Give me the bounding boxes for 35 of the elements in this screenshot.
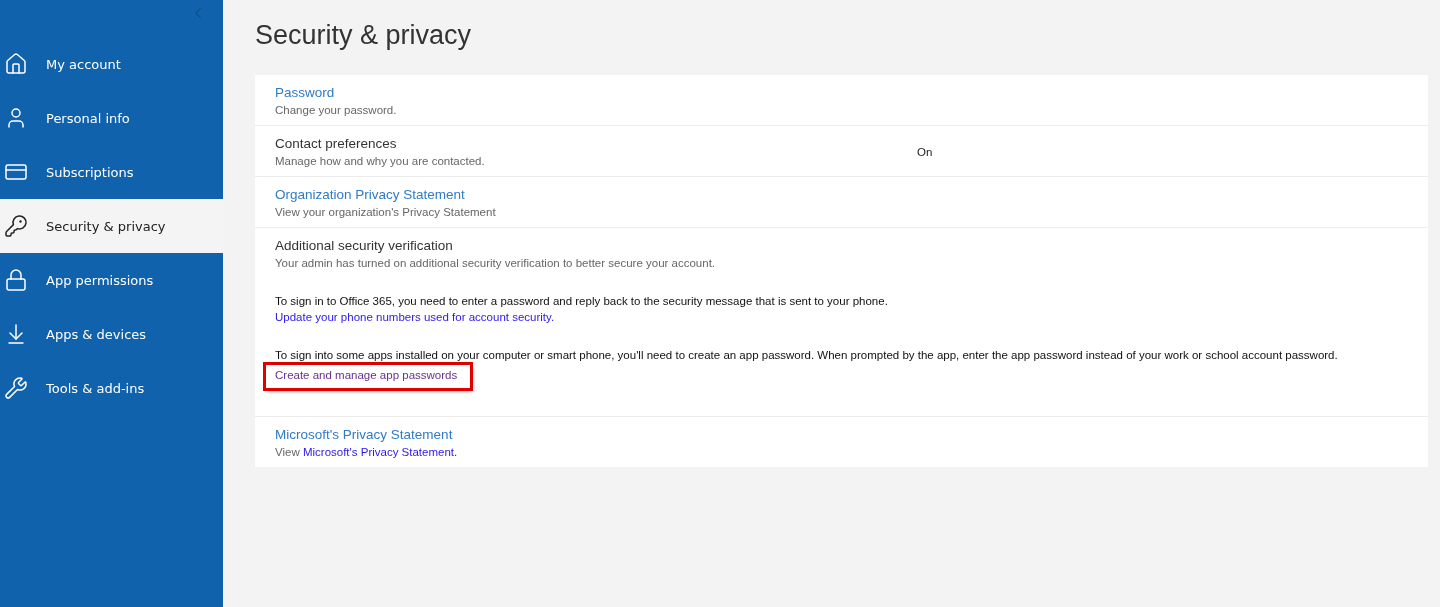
lock-icon — [4, 268, 28, 292]
section-description: View your organization's Privacy Statement — [275, 206, 496, 218]
section-link[interactable]: Microsoft's Privacy Statement — [275, 427, 458, 442]
info-paragraph: To sign into some apps installed on your computer or smart phone, you'll need to create an app password. When prompted by the app, enter the app password instead of your work or school account password. — [275, 349, 1338, 361]
section-link[interactable]: Organization Privacy Statement — [275, 187, 496, 202]
highlighted-link[interactable]: Create and manage app passwords — [266, 365, 471, 388]
sidebar-item[interactable]: App permissions — [0, 253, 223, 307]
sidebar-label: Security & privacy — [46, 218, 166, 234]
section-link[interactable]: Password — [275, 85, 397, 100]
home-icon — [4, 52, 28, 76]
section-description: View Microsoft's Privacy Statement. — [275, 446, 458, 458]
sidebar-item[interactable]: Tools & add-ins — [0, 361, 223, 415]
page-title: Security & privacy — [255, 20, 473, 51]
section-description: Your admin has turned on additional security verification to better secure your account. — [275, 257, 717, 269]
setting-value: On — [917, 145, 933, 158]
sidebar-label: My account — [46, 56, 121, 72]
section-title: Contact preferences — [275, 136, 398, 151]
sidebar-item[interactable]: Personal info — [0, 91, 223, 145]
sidebar-label: Subscriptions — [46, 164, 134, 180]
info-paragraph: To sign in to Office 365, you need to enter a password and reply back to the security message that is sent to your phone. — [275, 295, 889, 307]
link[interactable]: Update your phone numbers used for account security. — [275, 311, 555, 323]
sidebar-item[interactable]: Subscriptions — [0, 145, 223, 199]
privacy-link[interactable]: Microsoft's Privacy Statement. — [302, 446, 458, 458]
section-description: Manage how and why you are contacted. — [275, 155, 486, 167]
section-title: Additional security verification — [275, 238, 454, 253]
sidebar-label: Tools & add-ins — [46, 380, 145, 396]
sidebar-label: Apps & devices — [46, 326, 147, 342]
sidebar-item[interactable]: My account — [0, 37, 223, 91]
sidebar-label: App permissions — [46, 272, 154, 288]
sidebar-item[interactable]: Security & privacy — [0, 199, 223, 253]
wrench-icon — [4, 376, 28, 400]
sidebar-label: Personal info — [46, 110, 130, 126]
key-icon — [4, 214, 28, 238]
sidebar-item[interactable]: Apps & devices — [0, 307, 223, 361]
section-description: Change your password. — [275, 104, 397, 116]
